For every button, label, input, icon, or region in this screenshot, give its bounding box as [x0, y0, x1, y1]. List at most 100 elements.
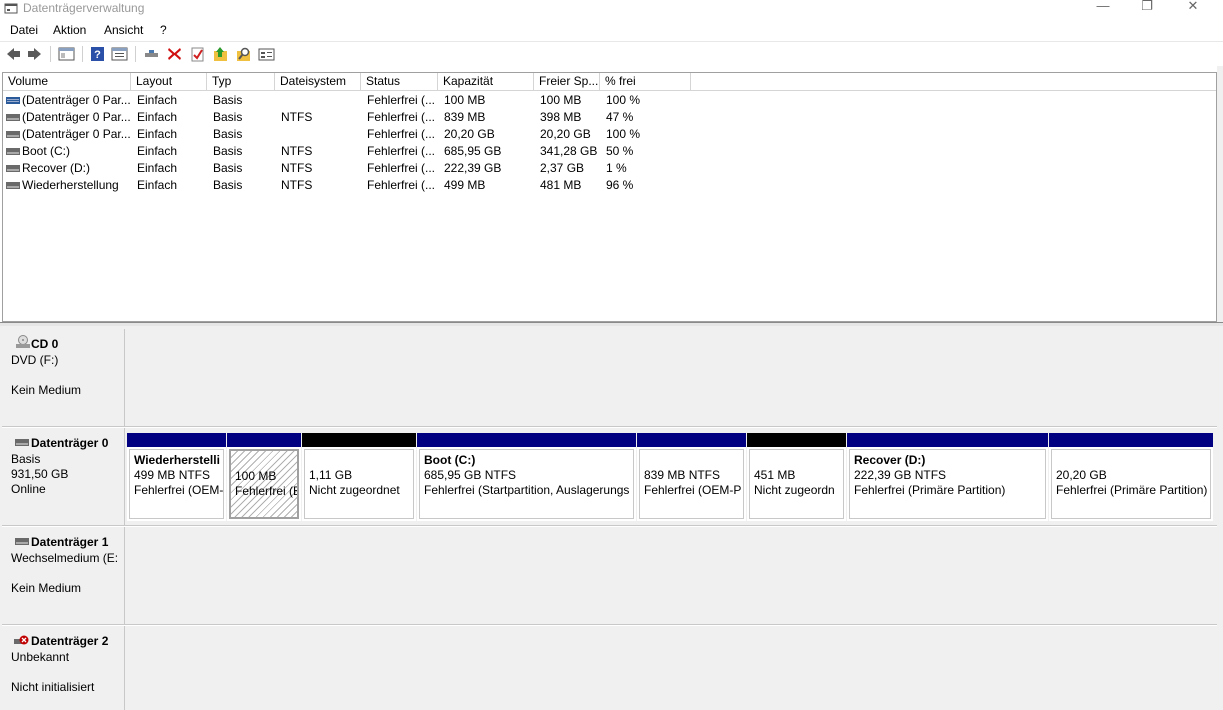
disk-label-cd0[interactable]: CD 0 DVD (F:) Kein Medium	[2, 329, 125, 426]
cell-status: Fehlerfrei (...	[367, 161, 436, 175]
column-header-freier-speicher[interactable]: Freier Sp...	[534, 73, 600, 91]
cell-volume: Boot (C:)	[22, 144, 71, 158]
maximize-button[interactable]: ❐	[1124, 0, 1170, 14]
cell-typ: Basis	[213, 178, 243, 192]
menu-bar: Datei Aktion Ansicht ?	[0, 20, 1223, 40]
partition-name: Recover (D:)	[854, 453, 926, 467]
partition[interactable]: 20,20 GB Fehlerfrei (Primäre Partition)	[1049, 433, 1213, 521]
cell-volume: (Datenträger 0 Par...	[22, 93, 130, 107]
minimize-button[interactable]: —	[1080, 0, 1126, 14]
striped-volume-icon	[6, 97, 20, 104]
partition[interactable]: Wiederherstelli 499 MB NTFS Fehlerfrei (OE…	[127, 433, 226, 521]
cell-fs: NTFS	[281, 110, 313, 124]
cell-cap: 20,20 GB	[444, 127, 495, 141]
partition[interactable]: 839 MB NTFS Fehlerfrei (OEM-P	[637, 433, 746, 521]
disk-icon	[15, 538, 29, 545]
partition-status: Fehlerfrei (OEM-P	[644, 483, 742, 497]
cell-typ: Basis	[213, 144, 243, 158]
cell-layout: Einfach	[137, 127, 178, 141]
help-icon[interactable]: ?	[89, 46, 106, 62]
volume-row[interactable]: Recover (D:) Einfach Basis NTFS Fehlerfrei (…	[3, 160, 1216, 177]
cell-typ: Basis	[213, 161, 243, 175]
menu-ansicht[interactable]: Ansicht	[104, 23, 143, 37]
up-folder-icon[interactable]	[212, 46, 229, 62]
partition-size: 499 MB NTFS	[134, 468, 211, 482]
partition[interactable]: Recover (D:) 222,39 GB NTFS Fehlerfrei (Pr…	[847, 433, 1048, 521]
toolbar-separator	[50, 46, 51, 62]
partition-body: 451 MB Nicht zugeordn	[749, 449, 844, 519]
partition-size: 685,95 GB NTFS	[424, 468, 517, 482]
search-icon[interactable]	[235, 46, 252, 62]
partition-status: Fehlerfrei (Startpartition, Auslagerungs	[424, 483, 630, 497]
column-header-kapazitaet[interactable]: Kapazität	[438, 73, 534, 91]
disk-type: Wechselmedium (E:	[11, 551, 117, 565]
check-icon[interactable]	[189, 46, 206, 62]
partition[interactable]: 100 MB Fehlerfrei (E	[227, 433, 301, 521]
volume-row[interactable]: (Datenträger 0 Par... Einfach Basis Fehlerf…	[3, 92, 1216, 109]
close-button[interactable]: ✕	[1170, 0, 1216, 14]
cell-fs: NTFS	[281, 178, 313, 192]
partition-type-bar	[747, 433, 846, 447]
list-icon[interactable]	[258, 46, 275, 62]
properties-icon[interactable]	[111, 46, 128, 62]
disk-name: CD 0	[31, 337, 59, 351]
disk-name: Datenträger 1	[31, 535, 109, 549]
cell-layout: Einfach	[137, 178, 178, 192]
menu-aktion[interactable]: Aktion	[53, 23, 86, 37]
volume-row[interactable]: (Datenträger 0 Par... Einfach Basis Fehlerf…	[3, 126, 1216, 143]
column-header-prozent-frei[interactable]: % frei	[600, 73, 691, 91]
toolbar: ?	[0, 41, 1223, 65]
disk-label-disk1[interactable]: Datenträger 1 Wechselmedium (E: Kein Med…	[2, 527, 125, 624]
cell-cap: 222,39 GB	[444, 161, 502, 175]
disk-state: Kein Medium	[11, 383, 82, 397]
disk-label-disk0[interactable]: Datenträger 0 Basis 931,50 GB Online	[2, 428, 125, 525]
partition-body: Recover (D:) 222,39 GB NTFS Fehlerfrei (Pr…	[849, 449, 1046, 519]
delete-icon[interactable]	[166, 46, 183, 62]
menu-datei[interactable]: Datei	[10, 23, 38, 37]
cell-layout: Einfach	[137, 144, 178, 158]
cell-pct: 96 %	[606, 178, 634, 192]
volume-icon	[6, 148, 20, 155]
column-header-status[interactable]: Status	[361, 73, 438, 91]
disk-error-icon	[14, 635, 29, 645]
console-tree-icon[interactable]	[58, 46, 75, 62]
column-header-dateisystem[interactable]: Dateisystem	[275, 73, 361, 91]
connect-icon[interactable]	[143, 46, 160, 62]
volume-icon	[6, 182, 20, 189]
disk-label-disk2[interactable]: Datenträger 2 Unbekannt Nicht initialisi…	[2, 626, 125, 710]
partition[interactable]: Boot (C:) 685,95 GB NTFS Fehlerfrei (Start…	[417, 433, 636, 521]
cell-status: Fehlerfrei (...	[367, 127, 436, 141]
cell-volume: (Datenträger 0 Par...	[22, 127, 130, 141]
partition[interactable]: 1,11 GB Nicht zugeordnet	[302, 433, 416, 521]
cell-layout: Einfach	[137, 161, 178, 175]
disk-management-app-icon	[4, 3, 18, 14]
title-bar: Datenträgerverwaltung — ❐ ✕	[0, 0, 1223, 18]
column-header-typ[interactable]: Typ	[207, 73, 275, 91]
column-header-filler	[691, 73, 1216, 91]
toolbar-separator	[82, 46, 83, 62]
column-header-volume[interactable]: Volume	[3, 73, 131, 91]
partition-name: Wiederherstelli	[134, 453, 220, 467]
volume-row[interactable]: Boot (C:) Einfach Basis NTFS Fehlerfrei (...…	[3, 143, 1216, 160]
partition-type-bar	[1049, 433, 1213, 447]
partition-size: 20,20 GB	[1056, 468, 1107, 482]
forward-icon[interactable]	[26, 46, 43, 62]
cell-pct: 100 %	[606, 127, 641, 141]
disk-type: Unbekannt	[11, 650, 70, 664]
menu-help[interactable]: ?	[160, 23, 167, 37]
right-edge	[1217, 66, 1223, 322]
back-icon[interactable]	[5, 46, 22, 62]
cell-pct: 1 %	[606, 161, 627, 175]
partition-status: Fehlerfrei (Primäre Partition)	[1056, 483, 1208, 497]
cell-pct: 47 %	[606, 110, 634, 124]
cell-volume: Recover (D:)	[22, 161, 91, 175]
volume-row[interactable]: Wiederherstellung Einfach Basis NTFS Fehlerf…	[3, 177, 1216, 194]
partition[interactable]: 451 MB Nicht zugeordn	[747, 433, 846, 521]
volume-row[interactable]: (Datenträger 0 Par... Einfach Basis NTFS Feh…	[3, 109, 1216, 126]
cell-fs: NTFS	[281, 161, 313, 175]
partition-type-bar	[227, 433, 301, 447]
column-header-layout[interactable]: Layout	[131, 73, 207, 91]
volume-list: Volume Layout Typ Dateisystem Status Kap…	[2, 72, 1217, 322]
window-title: Datenträgerverwaltung	[23, 1, 145, 15]
cell-typ: Basis	[213, 127, 243, 141]
